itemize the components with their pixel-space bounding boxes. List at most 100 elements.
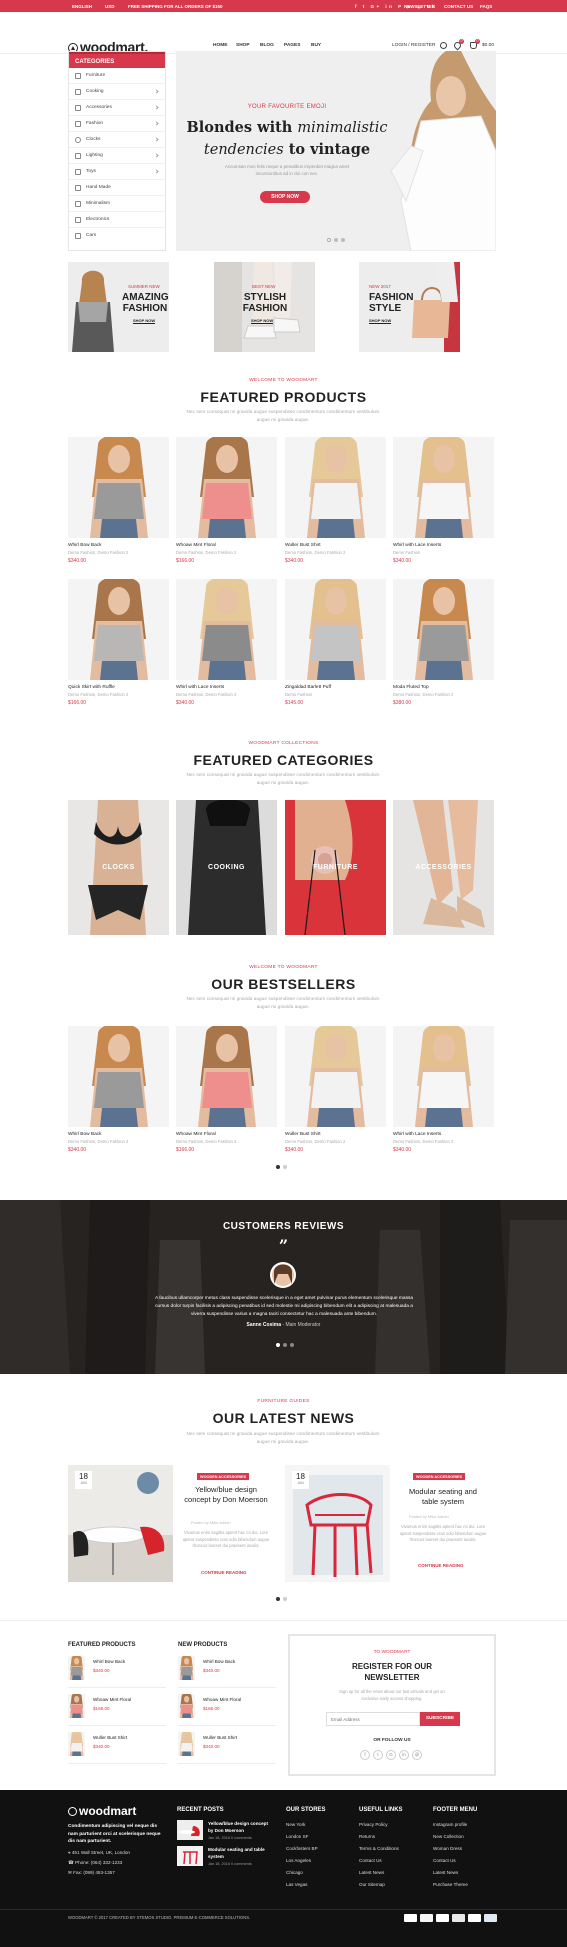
footer-logo[interactable]: woodmart	[68, 1804, 136, 1818]
product-name[interactable]: Wuller Bust Shirt	[285, 543, 321, 548]
category-card-accessories[interactable]: ACCESSORIES	[393, 800, 494, 935]
promo-2-shop-now[interactable]: SHOP NOW	[251, 318, 274, 324]
product-name[interactable]: Whirl with Lace Inserts	[176, 685, 224, 690]
footer-link[interactable]: Chicago	[286, 1870, 303, 1875]
product-name[interactable]: Whoaw Mint Floral	[176, 1132, 216, 1137]
product-image[interactable]	[285, 579, 386, 680]
nav-shop[interactable]: SHOP	[236, 43, 250, 48]
product-image[interactable]	[285, 437, 386, 538]
reviews-dot-3[interactable]	[290, 1343, 294, 1347]
newsletter-email-input[interactable]	[326, 1712, 420, 1726]
product-image[interactable]	[68, 579, 169, 680]
footer-link[interactable]: Latest News	[359, 1870, 384, 1875]
facebook-icon[interactable]: f	[360, 1750, 370, 1760]
product-image[interactable]	[176, 579, 277, 680]
category-card-clocks[interactable]: CLOCKS	[68, 800, 169, 935]
footer-link[interactable]: Privacy Policy	[359, 1822, 388, 1827]
product-name[interactable]: Quick Skirt with Ruffle	[68, 685, 115, 690]
nav-buy[interactable]: BUY	[311, 43, 321, 48]
search-icon[interactable]	[440, 42, 447, 49]
product-image[interactable]	[68, 437, 169, 538]
promo-banner-1[interactable]: SUMMER NEW AMAZING FASHION SHOP NOW	[68, 262, 169, 352]
news-2-category[interactable]: WOODEN ACCESSORIES	[413, 1473, 466, 1480]
footer-link[interactable]: New York	[286, 1822, 305, 1827]
cart-total[interactable]: $0.00	[482, 43, 494, 48]
faqs-link[interactable]: FAQS	[480, 4, 492, 9]
product-image[interactable]	[393, 437, 494, 538]
mini-product-name[interactable]: Whoaw Mint Floral	[93, 1697, 131, 1702]
news-1-continue-reading[interactable]: CONTINUE READING	[201, 1570, 247, 1575]
linkedin-icon[interactable]: in	[399, 1750, 409, 1760]
footer-link[interactable]: Purchase Theme	[433, 1882, 468, 1887]
product-name[interactable]: Whirl with Lace Inserts	[393, 1132, 441, 1137]
google-plus-icon[interactable]: G	[386, 1750, 396, 1760]
mini-product-name[interactable]: Wuller Bust Shirt	[203, 1735, 237, 1740]
reviews-dot-1[interactable]	[276, 1343, 280, 1347]
news-dot-1[interactable]	[276, 1597, 280, 1601]
news-2-continue-reading[interactable]: CONTINUE READING	[418, 1563, 464, 1568]
news-2-title[interactable]: Modular seating and table system	[400, 1487, 486, 1507]
product-image[interactable]	[176, 437, 277, 538]
contact-link[interactable]: CONTACT US	[444, 4, 473, 9]
nav-home[interactable]: HOME	[213, 43, 227, 48]
bestsellers-dot-1[interactable]	[276, 1165, 280, 1169]
news-1-category[interactable]: WOODEN ACCESSORIES	[197, 1473, 250, 1480]
footer-recent-2-title[interactable]: Modular seating and table system	[208, 1847, 274, 1860]
product-image[interactable]	[393, 579, 494, 680]
footer-link[interactable]: Our Sitemap	[359, 1882, 385, 1887]
sidebar-item-accessories[interactable]: Accessories	[69, 100, 165, 116]
promo-3-shop-now[interactable]: SHOP NOW	[369, 318, 392, 324]
sidebar-item-furniture[interactable]: Furniture	[69, 68, 165, 84]
mini-product-name[interactable]: Whirl Bow Back	[203, 1659, 235, 1664]
category-card-cooking[interactable]: COOKING	[176, 800, 277, 935]
product-name[interactable]: Wuller Bust Shirt	[285, 1132, 321, 1137]
bestsellers-dot-2[interactable]	[283, 1165, 287, 1169]
news-dot-2[interactable]	[283, 1597, 287, 1601]
sidebar-item-electronics[interactable]: Electronics	[69, 212, 165, 228]
sidebar-item-minimalism[interactable]: Minimalism	[69, 196, 165, 212]
slider-dot-1[interactable]	[327, 238, 331, 242]
promo-banner-2[interactable]: BEST NEW STYLISH FASHION SHOP NOW	[214, 262, 315, 352]
footer-link[interactable]: Returns	[359, 1834, 375, 1839]
currency-select[interactable]: USD	[105, 4, 115, 9]
product-name[interactable]: Whirl Bow Back	[68, 1132, 102, 1137]
subscribe-button[interactable]: SUBSCRIBE	[420, 1712, 460, 1726]
footer-link[interactable]: Cockfosters BP	[286, 1846, 318, 1851]
footer-recent-1-title[interactable]: Yellow/blue design concept by Don Moerso…	[208, 1821, 274, 1834]
mini-product-thumb[interactable]	[178, 1694, 195, 1718]
footer-link[interactable]: Contact Us	[359, 1858, 382, 1863]
news-1-title[interactable]: Yellow/blue design concept by Don Moerso…	[183, 1485, 269, 1505]
product-image[interactable]	[68, 1026, 169, 1127]
product-name[interactable]: Whoaw Mint Floral	[176, 543, 216, 548]
mini-product-thumb[interactable]	[68, 1656, 85, 1680]
slider-dot-3[interactable]	[341, 238, 345, 242]
email-icon[interactable]: @	[412, 1750, 422, 1760]
sidebar-item-lighting[interactable]: Lighting	[69, 148, 165, 164]
product-name[interactable]: Moda Fluted Top	[393, 685, 429, 690]
footer-link[interactable]: Los Angeles	[286, 1858, 311, 1863]
nav-pages[interactable]: PAGES	[284, 43, 300, 48]
slider-dot-2[interactable]	[334, 238, 338, 242]
hero-shop-now-button[interactable]: SHOP NOW	[260, 191, 310, 203]
language-select[interactable]: ENGLISH	[72, 4, 92, 9]
mini-product-thumb[interactable]	[68, 1732, 85, 1756]
sidebar-item-cooking[interactable]: Cooking	[69, 84, 165, 100]
footer-link[interactable]: London SF	[286, 1834, 308, 1839]
login-register-link[interactable]: LOGIN / REGISTER	[392, 43, 435, 48]
product-image[interactable]	[393, 1026, 494, 1127]
footer-recent-1-thumb[interactable]	[177, 1820, 203, 1840]
product-image[interactable]	[285, 1026, 386, 1127]
social-icons-row[interactable]: f t G+ in P ▶ ◎ vk	[355, 4, 437, 10]
nav-blog[interactable]: BLOG	[260, 43, 274, 48]
sidebar-item-fashion[interactable]: Fashion	[69, 116, 165, 132]
product-name[interactable]: Whirl with Lace Inserts	[393, 543, 441, 548]
reviews-dot-2[interactable]	[283, 1343, 287, 1347]
promo-banner-3[interactable]: NEW 2017 FASHION STYLE SHOP NOW	[359, 262, 460, 352]
twitter-icon[interactable]: t	[373, 1750, 383, 1760]
footer-link[interactable]: Terms & Conditions	[359, 1846, 399, 1851]
footer-link[interactable]: Woman Dress	[433, 1846, 462, 1851]
footer-link[interactable]: Latest News	[433, 1870, 458, 1875]
sidebar-item-clocks[interactable]: Clocks	[69, 132, 165, 148]
footer-link[interactable]: Las Vegas	[286, 1882, 307, 1887]
product-name[interactable]: Zingaldad Barlett Puff	[285, 685, 331, 690]
